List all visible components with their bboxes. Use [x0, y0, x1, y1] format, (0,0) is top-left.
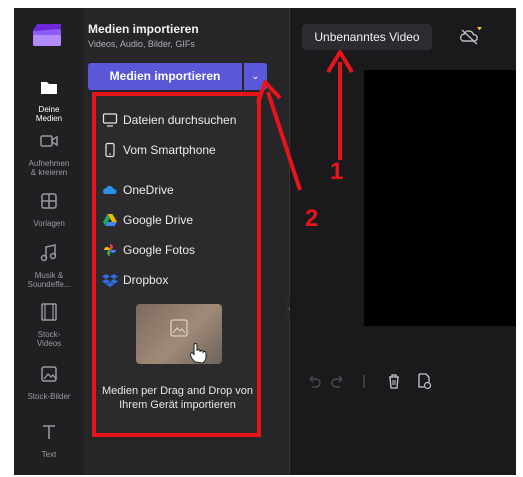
menu-item-label: Google Drive: [123, 213, 194, 227]
add-to-timeline-icon[interactable]: [416, 372, 432, 390]
image-placeholder-icon: [170, 319, 188, 337]
menu-item-google-drive[interactable]: Google Drive: [102, 210, 193, 230]
clipchamp-logo: [33, 24, 61, 46]
menu-item-google-photos[interactable]: Google Fotos: [102, 240, 195, 260]
editor-area: Unbenanntes Video: [290, 8, 516, 475]
import-media-button[interactable]: Medien importieren: [88, 63, 242, 90]
sidebar-item-text[interactable]: Text: [14, 421, 84, 459]
hand-cursor-icon: [190, 343, 207, 364]
music-note-icon: [40, 244, 57, 262]
drag-drop-hint: Medien per Drag and Drop von Ihrem Gerät…: [101, 385, 254, 411]
import-dropdown-button[interactable]: ⌄: [244, 63, 267, 90]
onedrive-icon: [103, 185, 117, 194]
sidebar-item-label: Stock- Videos: [36, 330, 62, 348]
video-title-field[interactable]: Unbenanntes Video: [302, 24, 432, 50]
nav-rail: Deine Medien Aufnehmen & kreieren Vorlag…: [14, 8, 84, 475]
video-camera-icon: [40, 135, 58, 147]
sidebar-item-label: Vorlagen: [33, 219, 65, 228]
undo-icon[interactable]: [306, 372, 322, 390]
folder-icon: [41, 82, 57, 94]
sidebar-item-vorlagen[interactable]: Vorlagen: [14, 190, 84, 228]
smartphone-icon: [105, 142, 115, 158]
google-drive-icon: [103, 214, 117, 226]
panel-subtitle: Videos, Audio, Bilder, GIFs: [88, 39, 195, 49]
sidebar-item-deine-medien[interactable]: Deine Medien: [14, 76, 84, 123]
monitor-icon: [102, 113, 118, 127]
templates-icon: [41, 193, 57, 209]
app-window: Deine Medien Aufnehmen & kreieren Vorlag…: [14, 8, 516, 475]
sidebar-item-label: Stock-Bilder: [27, 392, 71, 401]
sidebar-item-musik[interactable]: Musik & Soundeffe...: [14, 242, 84, 289]
menu-item-label: Dropbox: [123, 273, 169, 287]
dropbox-icon: [102, 274, 118, 287]
drag-drop-thumbnail[interactable]: [136, 304, 222, 364]
sidebar-item-label: Deine Medien: [35, 105, 63, 123]
menu-item-onedrive[interactable]: OneDrive: [102, 180, 174, 200]
chevron-down-icon: ⌄: [251, 71, 260, 82]
text-icon: [43, 425, 55, 439]
delete-icon[interactable]: [386, 372, 402, 390]
import-panel: Medien importieren Videos, Audio, Bilder…: [84, 8, 289, 475]
film-strip-icon: [41, 303, 57, 321]
menu-item-label: Google Fotos: [123, 243, 196, 257]
image-icon: [41, 366, 57, 382]
menu-item-label: Vom Smartphone: [123, 143, 216, 157]
annotation-number-1: 1: [330, 158, 344, 185]
menu-item-dropbox[interactable]: Dropbox: [102, 270, 168, 290]
annotation-number-2: 2: [305, 205, 319, 232]
menu-item-from-smartphone[interactable]: Vom Smartphone: [102, 140, 216, 160]
redo-icon[interactable]: [330, 372, 346, 390]
split-icon[interactable]: [356, 372, 372, 390]
sidebar-item-aufnehmen[interactable]: Aufnehmen & kreieren: [14, 130, 84, 177]
panel-title: Medien importieren: [88, 22, 199, 36]
menu-item-label: Dateien durchsuchen: [123, 113, 237, 127]
import-dropdown-menu: Dateien durchsuchen Vom Smartphone OneDr…: [92, 92, 261, 437]
menu-item-label: OneDrive: [123, 183, 174, 197]
sidebar-item-label: Aufnehmen & kreieren: [28, 159, 70, 177]
cloud-sync-off-icon[interactable]: [458, 25, 484, 47]
sidebar-item-label: Musik & Soundeffe...: [27, 271, 71, 289]
sidebar-item-stock-bilder[interactable]: Stock-Bilder: [14, 363, 84, 401]
menu-item-browse-files[interactable]: Dateien durchsuchen: [102, 110, 236, 130]
google-photos-icon: [104, 244, 116, 256]
sidebar-item-stock-videos[interactable]: Stock- Videos: [14, 301, 84, 348]
sidebar-item-label: Text: [41, 450, 57, 459]
video-preview: [364, 70, 516, 326]
